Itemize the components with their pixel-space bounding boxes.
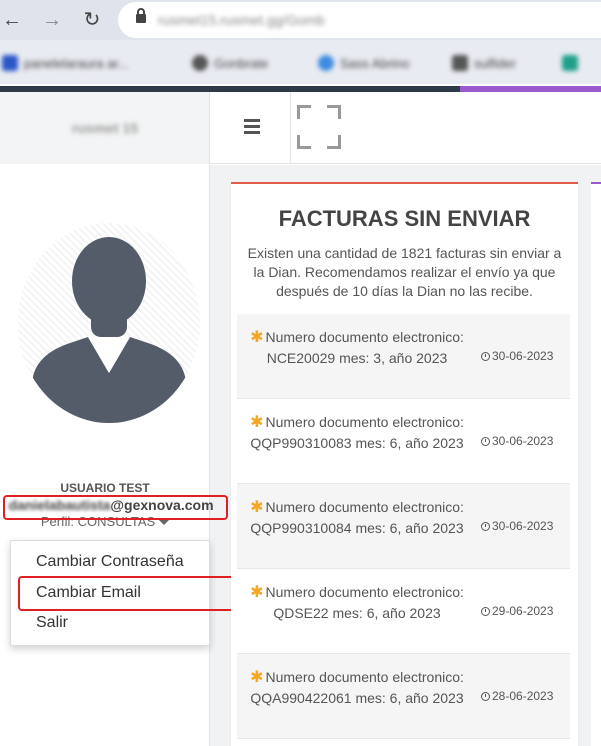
user-avatar-icon: [18, 223, 200, 423]
star-icon: ✱: [250, 414, 264, 431]
menu-item-cambiar-contrasena[interactable]: Cambiar Contraseña: [36, 553, 184, 571]
right-panel-partial: [591, 182, 601, 746]
item-date: 30-06-2023: [481, 434, 553, 448]
user-name: USUARIO TEST: [60, 481, 150, 495]
star-icon: ✱: [250, 329, 264, 346]
item-text: Numero documento electronico: QQP9903100…: [250, 499, 464, 536]
address-bar[interactable]: rusmet15.rusmet.gg/Gomb: [118, 2, 601, 38]
fullscreen-icon[interactable]: [297, 105, 341, 149]
facturas-sin-enviar-panel: FACTURAS SIN ENVIAR Existen una cantidad…: [231, 182, 578, 746]
bookmark-favicon-icon: [452, 55, 468, 71]
hamburger-menu-icon[interactable]: [240, 116, 264, 138]
list-item[interactable]: ✱ Numero documento electronico: QQP990310…: [237, 484, 570, 569]
panel-title: FACTURAS SIN ENVIAR: [278, 206, 531, 231]
clock-icon: [481, 607, 490, 616]
clock-icon: [481, 522, 490, 531]
list-item[interactable]: ✱ Numero documento electronico: QQP990310…: [237, 399, 570, 484]
bookmark-favicon-icon: [192, 55, 208, 71]
item-text: Numero documento electronico: QQP9903100…: [250, 414, 464, 451]
clock-icon: [481, 437, 490, 446]
caret-down-icon: [159, 520, 170, 526]
bookmarks-bar: panelelaraura ar... Gonbrate Sass Abrino…: [0, 40, 601, 84]
bookmark-favicon-icon: [562, 55, 578, 71]
panel-description: Existen una cantidad de 1821 facturas si…: [247, 245, 562, 299]
lock-icon: [136, 8, 146, 23]
forward-arrow-icon[interactable]: →: [40, 8, 64, 32]
sidebar: USUARIO TEST danielabautista@gexnova.com…: [0, 165, 214, 746]
back-arrow-icon[interactable]: ←: [0, 8, 24, 32]
bookmark-favicon-icon: [2, 55, 18, 71]
star-icon: ✱: [250, 584, 264, 601]
highlight-change-email-box: [18, 576, 245, 611]
bookmark-item[interactable]: Gonbrate: [192, 52, 268, 74]
item-date: 28-06-2023: [481, 689, 553, 703]
item-text: Numero documento electronico: QQA9904220…: [250, 669, 464, 706]
menu-item-salir[interactable]: Salir: [36, 614, 68, 632]
bookmark-item[interactable]: panelelaraura ar...: [2, 52, 129, 74]
url-text: rusmet15.rusmet.gg/Gomb: [158, 12, 325, 28]
brand-area[interactable]: rusmet 15: [0, 92, 210, 164]
app-header: rusmet 15: [0, 92, 601, 164]
facturas-list: ✱ Numero documento electronico: NCE20029 …: [237, 314, 570, 739]
item-text: Numero documento electronico: QDSE22 mes…: [265, 584, 464, 621]
list-item[interactable]: ✱ Numero documento electronico: NCE20029 …: [237, 314, 570, 399]
bookmark-item[interactable]: Sass Abrino: [318, 52, 409, 74]
item-date: 30-06-2023: [481, 349, 553, 363]
list-item[interactable]: ✱ Numero documento electronico: QDSE22 me…: [237, 569, 570, 654]
header-divider: [290, 92, 291, 164]
star-icon: ✱: [250, 499, 264, 516]
item-date: 29-06-2023: [481, 604, 553, 618]
list-item[interactable]: ✱ Numero documento electronico: QQA990422…: [237, 654, 570, 739]
clock-icon: [481, 352, 490, 361]
reload-icon[interactable]: ↻: [80, 8, 104, 32]
clock-icon: [481, 692, 490, 701]
brand-logo: rusmet 15: [71, 120, 139, 136]
star-icon: ✱: [250, 669, 264, 686]
browser-toolbar: ← → ↻ rusmet15.rusmet.gg/Gomb: [0, 0, 601, 40]
bookmark-favicon-icon: [318, 55, 334, 71]
bookmark-item[interactable]: [562, 52, 578, 74]
bookmark-item[interactable]: sulfider: [452, 52, 516, 74]
item-text: Numero documento electronico: NCE20029 m…: [265, 329, 464, 366]
highlight-email-box: [3, 495, 228, 520]
item-date: 30-06-2023: [481, 519, 553, 533]
